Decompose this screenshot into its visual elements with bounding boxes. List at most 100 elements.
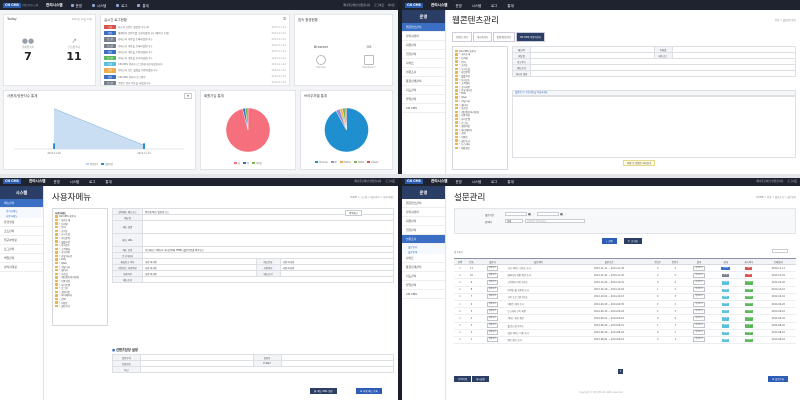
publish-badge[interactable]: 미게시 (744, 302, 754, 307)
sidebar-item[interactable]: 사이트 (402, 254, 445, 263)
menu-operation[interactable]: 운영 (70, 3, 82, 8)
sidebar-item[interactable]: 웹콘텐츠관리 (402, 199, 445, 208)
sidebar-item[interactable]: 설문조사 (402, 235, 445, 244)
menu-operation[interactable]: 운영 (455, 3, 461, 8)
calendar-icon[interactable]: ▦ (560, 212, 563, 216)
menu-log[interactable]: 로그 (491, 179, 497, 184)
menu-operation[interactable]: 운영 (455, 179, 461, 184)
sidebar-item[interactable]: CN CMS (402, 290, 445, 299)
preview-button[interactable]: 설문보기 (486, 308, 499, 314)
sidebar-item[interactable]: 권한관리 (402, 226, 445, 235)
publish-badge[interactable]: 미게시 (744, 338, 754, 343)
page-number[interactable]: 1 (618, 369, 623, 374)
form-field[interactable] (142, 233, 394, 247)
content-tab[interactable]: 일정/팝업관리 (492, 32, 515, 42)
publish-badge[interactable]: 미게시 (744, 295, 754, 299)
logout-link[interactable]: 로그아웃 (374, 3, 384, 7)
logo[interactable]: CN CMS (405, 178, 423, 184)
menu-log[interactable]: 로그 (116, 3, 127, 8)
logo[interactable]: CN CMS 콘텐츠관리시스템 (3, 2, 38, 8)
row-checkbox[interactable]: ☐ (454, 336, 466, 345)
preview-notice[interactable]: 저장 후 콘텐츠 미리보기 (623, 160, 656, 166)
form-field[interactable] (142, 220, 394, 234)
sidebar-item[interactable]: 사이트 (402, 59, 445, 68)
survey-title[interactable]: 고객센터 이용 만족도 (507, 278, 570, 287)
preview-button[interactable]: 설문보기 (486, 279, 499, 285)
publish-badge[interactable]: 미게시 (744, 331, 754, 335)
result-button[interactable]: 결과보기 (693, 265, 705, 271)
row-checkbox[interactable]: ☐ (454, 271, 466, 280)
sidebar-item[interactable]: 지도관리 (402, 272, 445, 281)
preview-button[interactable]: 설문보기 (486, 337, 499, 343)
table-row[interactable]: ☐ 3 설문보기 웹 접근성 만족도 2014-08-20 ~ 2014-08-31 1 3… (454, 322, 796, 330)
survey-title[interactable]: 웹 접근성 만족도 (507, 322, 570, 330)
logo[interactable]: CN CMS (3, 178, 21, 184)
legend-item[interactable]: IE (330, 161, 337, 164)
survey-title[interactable]: 방문 경로 조사 (507, 336, 570, 345)
survey-title[interactable]: 교육 프로그램 선호도 (507, 293, 570, 301)
sidebar-item[interactable]: 로그관리 (0, 245, 43, 254)
board-setting-field[interactable] (530, 70, 796, 77)
logout-link[interactable]: 로그아웃 (787, 179, 797, 183)
sidebar-item[interactable]: 설문조사 (402, 68, 445, 77)
content-editor[interactable] (512, 96, 796, 158)
menu-system[interactable]: 시스템 (472, 179, 481, 184)
delete-selected-button[interactable]: 선택삭제 (454, 376, 471, 382)
sidebar-item[interactable]: 메뉴관리 (0, 199, 43, 208)
sidebar-item[interactable]: 팝업관리 (402, 95, 445, 104)
menu-system[interactable]: 시스템 (91, 3, 106, 8)
page-size-select[interactable] (772, 249, 788, 253)
register-button[interactable]: ✚ 하위 메뉴 등록 (356, 388, 382, 394)
publish-badge[interactable]: 미게시 (744, 281, 754, 285)
publish-badge[interactable]: 게시 (745, 266, 753, 271)
result-button[interactable]: 결과보기 (693, 287, 705, 293)
sidebar-item[interactable]: 환경설정 (0, 218, 43, 227)
sidebar-item[interactable]: CN CMS (402, 104, 445, 113)
survey-title[interactable]: 모바일 웹 사용성 조사 (507, 286, 570, 294)
result-button[interactable]: 결과보기 (693, 301, 705, 307)
row-checkbox[interactable]: ☐ (454, 329, 466, 337)
result-button[interactable]: 결과보기 (693, 323, 705, 329)
table-row[interactable]: ☐ 1 설문보기 방문 경로 조사 2014-08-01 ~ 2014-08-10 3 3 결… (454, 336, 796, 345)
survey-title[interactable]: 신규 서비스 만족도 조사 (507, 264, 570, 273)
search-button[interactable]: ⌕ 검색 (602, 238, 617, 244)
result-button[interactable]: 결과보기 (693, 330, 705, 336)
start-date-input[interactable] (505, 212, 527, 216)
menu-operation[interactable]: 운영 (53, 179, 59, 184)
legend-item[interactable]: Chrome (315, 161, 328, 164)
menu-log[interactable]: 로그 (491, 3, 497, 8)
sidebar-item[interactable]: 관리자관리 (402, 208, 445, 217)
sidebar-item[interactable]: 팝업관리 (402, 281, 445, 290)
period-selector[interactable]: ▾ (184, 93, 192, 99)
legend-item[interactable]: 미응답 (251, 161, 262, 165)
sidebar-item[interactable]: 통합검색관리 (402, 77, 445, 86)
sidebar-item[interactable]: 웹콘텐츠관리 (402, 23, 445, 32)
legend-item[interactable]: Opera (367, 161, 378, 164)
register-survey-button[interactable]: ✚ 설문등록 (768, 376, 788, 382)
sidebar-item[interactable]: 지도관리 (402, 86, 445, 95)
content-tab[interactable]: CN CMS 이용자관리 (515, 32, 546, 42)
survey-title[interactable]: 서비스 개선 제안 (507, 314, 570, 323)
survey-title[interactable]: 이벤트 참여 후기 (507, 300, 570, 309)
preview-button[interactable]: 설문보기 (486, 323, 499, 329)
sidebar-item[interactable]: 회원관리 (402, 217, 445, 226)
sidebar-item[interactable]: 백업관리 (0, 254, 43, 263)
menu-system[interactable]: 시스템 (472, 3, 481, 8)
dup-check-button[interactable]: 중복체크 (345, 210, 362, 216)
publish-badge[interactable]: 게시 (745, 274, 753, 278)
legend-item[interactable]: 여 (242, 161, 249, 165)
table-row[interactable]: ☐ 4 설문보기 서비스 개선 제안 2014-09-01 ~ 2014-09-10 0 4… (454, 314, 796, 323)
log-row[interactable]: 로그인 콘텐츠 관리 이동을 하였습니다. 2014-11-12 (101, 80, 289, 86)
result-button[interactable]: 결과보기 (693, 294, 705, 300)
calendar-icon[interactable]: ▦ (528, 212, 531, 216)
table-row[interactable]: ☐ 8 설문보기 모바일 웹 사용성 조사 2014-10-10 ~ 2014-10-2… (454, 286, 796, 294)
survey-title[interactable]: 회원 서비스 이용 조사 (507, 329, 570, 337)
menu-stats[interactable]: 통계 (137, 3, 149, 8)
legend-item[interactable]: 회원가입 (101, 162, 113, 166)
tree-node[interactable]: └ 채용정보 (455, 146, 505, 150)
table-row[interactable]: ☐ 2 설문보기 회원 서비스 이용 조사 2014-08-10 ~ 2014-08-2… (454, 329, 796, 337)
sidebar-item[interactable]: 관리자설정 (0, 263, 43, 272)
end-date-input[interactable] (537, 212, 559, 216)
sidebar-item[interactable]: 권한관리 (402, 50, 445, 59)
sidebar-item[interactable]: 접근IP설정 (0, 236, 43, 245)
